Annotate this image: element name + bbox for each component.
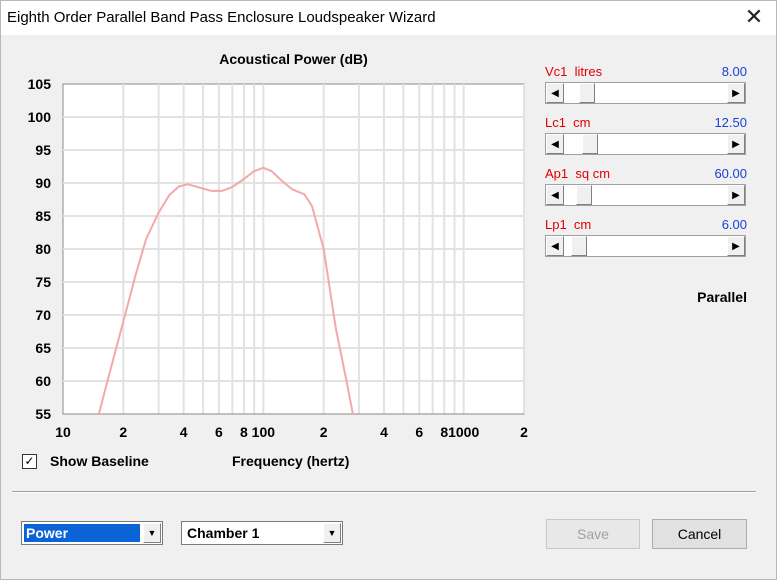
param-value: 12.50 — [714, 115, 747, 130]
x-tick-label: 6 — [415, 424, 423, 440]
param-label: Ap1 sq cm — [545, 166, 611, 181]
save-button[interactable]: Save — [546, 519, 640, 549]
param-value: 6.00 — [721, 217, 747, 232]
y-tick-label: 55 — [35, 406, 51, 422]
x-tick-label: 8 — [240, 424, 248, 440]
x-tick-label: 4 — [180, 424, 188, 440]
title-bar: Eighth Order Parallel Band Pass Enclosur… — [1, 1, 776, 35]
x-tick-label: 4 — [380, 424, 388, 440]
wizard-window: Eighth Order Parallel Band Pass Enclosur… — [0, 0, 777, 580]
scroll-left-icon[interactable]: ◀ — [546, 83, 564, 103]
y-tick-label: 70 — [35, 307, 51, 323]
slider-thumb[interactable] — [579, 83, 595, 103]
scroll-right-icon[interactable]: ▶ — [727, 236, 745, 256]
y-tick-label: 95 — [35, 142, 51, 158]
chevron-down-icon[interactable]: ▼ — [323, 523, 341, 543]
checkbox-check-icon[interactable]: ✓ — [22, 454, 37, 469]
x-axis-title: Frequency (hertz) — [232, 453, 350, 469]
y-tick-label: 105 — [28, 76, 52, 92]
scroll-right-icon[interactable]: ▶ — [727, 185, 745, 205]
x-tick-label: 2 — [320, 424, 328, 440]
x-tick-label: 1000 — [448, 424, 479, 440]
param-value: 60.00 — [714, 166, 747, 181]
y-tick-label: 60 — [35, 373, 51, 389]
y-tick-label: 75 — [35, 274, 51, 290]
chart-title: Acoustical Power (dB) — [219, 51, 368, 67]
y-tick-label: 90 — [35, 175, 51, 191]
x-tick-label: 10 — [55, 424, 71, 440]
slider-thumb[interactable] — [571, 236, 587, 256]
y-tick-label: 80 — [35, 241, 51, 257]
param-slider[interactable]: ◀ ▶ — [545, 184, 746, 206]
param-value: 8.00 — [721, 64, 747, 79]
param-label: Lc1 cm — [545, 115, 591, 130]
param-slider[interactable]: ◀ ▶ — [545, 235, 746, 257]
response-chart: 105100959085807570656055 10 2 4 6 8 100 2 4 6 8 10… — [28, 76, 528, 440]
chevron-down-icon[interactable]: ▼ — [143, 523, 161, 543]
param-slider[interactable]: ◀ ▶ — [545, 82, 746, 104]
y-tick-label: 100 — [28, 109, 52, 125]
x-tick-label: 2 — [520, 424, 528, 440]
show-baseline-label: Show Baseline — [50, 453, 149, 469]
scroll-right-icon[interactable]: ▶ — [727, 83, 745, 103]
chamber-select-value: Chamber 1 — [187, 525, 260, 541]
view-select[interactable]: Power ▼ — [21, 521, 163, 545]
y-tick-label: 85 — [35, 208, 51, 224]
mode-label: Parallel — [697, 289, 747, 305]
view-select-value: Power — [24, 524, 140, 542]
scroll-right-icon[interactable]: ▶ — [727, 134, 745, 154]
scroll-left-icon[interactable]: ◀ — [546, 134, 564, 154]
param-label: Lp1 cm — [545, 217, 592, 232]
slider-thumb[interactable] — [582, 134, 598, 154]
window-title: Eighth Order Parallel Band Pass Enclosur… — [7, 9, 436, 26]
x-tick-label: 100 — [252, 424, 276, 440]
x-tick-label: 6 — [215, 424, 223, 440]
divider — [12, 491, 756, 493]
chamber-select[interactable]: Chamber 1 ▼ — [181, 521, 343, 545]
y-tick-label: 65 — [35, 340, 51, 356]
param-label: Vc1 litres — [545, 64, 603, 79]
scroll-left-icon[interactable]: ◀ — [546, 185, 564, 205]
slider-thumb[interactable] — [576, 185, 592, 205]
param-slider[interactable]: ◀ ▶ — [545, 133, 746, 155]
x-tick-label: 2 — [119, 424, 127, 440]
cancel-button[interactable]: Cancel — [652, 519, 747, 549]
scroll-left-icon[interactable]: ◀ — [546, 236, 564, 256]
close-icon[interactable]: ✕ — [742, 5, 766, 29]
